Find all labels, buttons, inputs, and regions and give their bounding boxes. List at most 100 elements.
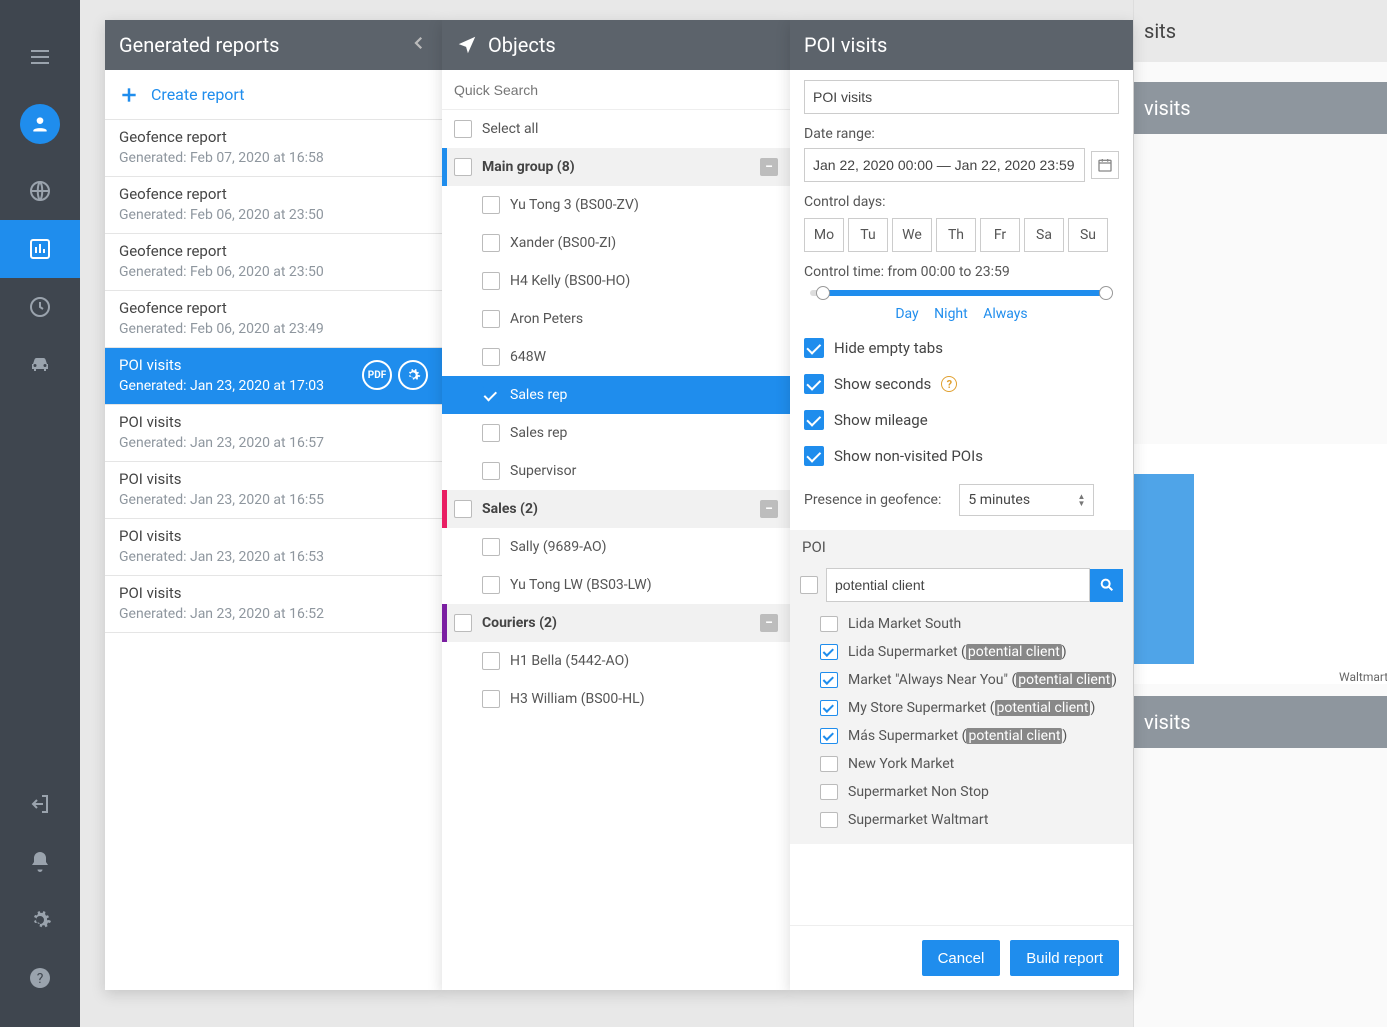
object-item[interactable]: Yu Tong 3 (BS00-ZV) — [442, 186, 790, 224]
time-icon[interactable] — [0, 278, 80, 336]
report-item[interactable]: Geofence reportGenerated: Feb 07, 2020 a… — [105, 120, 442, 177]
presence-spinner[interactable]: 5 minutes ▲▼ — [959, 484, 1094, 516]
poi-item[interactable]: New York Market — [800, 750, 1123, 778]
poi-item[interactable]: My Store Supermarket (potential client) — [800, 694, 1123, 722]
slider-knob-start[interactable] — [816, 286, 830, 300]
poi-checkbox[interactable] — [820, 644, 838, 660]
poi-item[interactable]: Supermarket Non Stop — [800, 778, 1123, 806]
object-checkbox[interactable] — [482, 652, 500, 670]
day-toggle[interactable]: Fr — [980, 218, 1020, 252]
poi-checkbox[interactable] — [820, 672, 838, 688]
object-item[interactable]: Yu Tong LW (BS03-LW) — [442, 566, 790, 604]
preset-always[interactable]: Always — [983, 306, 1027, 322]
poi-checkbox[interactable] — [820, 728, 838, 744]
day-toggle[interactable]: Su — [1068, 218, 1108, 252]
object-checkbox[interactable] — [482, 690, 500, 708]
poi-search-button[interactable] — [1090, 569, 1123, 602]
help-icon[interactable]: ? — [0, 949, 80, 1007]
object-item[interactable]: H3 William (BS00-HL) — [442, 680, 790, 718]
object-checkbox[interactable] — [482, 234, 500, 252]
globe-icon[interactable] — [0, 162, 80, 220]
slider-knob-end[interactable] — [1099, 286, 1113, 300]
poi-search-input[interactable] — [826, 568, 1090, 602]
report-item[interactable]: Geofence reportGenerated: Feb 06, 2020 a… — [105, 234, 442, 291]
report-item[interactable]: POI visitsGenerated: Jan 23, 2020 at 17:… — [105, 348, 442, 405]
poi-checkbox[interactable] — [820, 784, 838, 800]
object-checkbox[interactable] — [482, 310, 500, 328]
object-checkbox[interactable] — [482, 462, 500, 480]
spinner-arrows[interactable]: ▲▼ — [1077, 493, 1085, 507]
checkbox-icon[interactable] — [804, 374, 824, 394]
group-checkbox[interactable] — [454, 500, 472, 518]
group-checkbox[interactable] — [454, 158, 472, 176]
select-all-checkbox[interactable] — [454, 120, 472, 138]
build-report-button[interactable]: Build report — [1010, 940, 1119, 976]
poi-checkbox[interactable] — [820, 812, 838, 828]
menu-icon[interactable] — [0, 28, 80, 86]
collapse-icon[interactable]: − — [760, 614, 778, 632]
poi-checkbox[interactable] — [820, 756, 838, 772]
report-name-input[interactable] — [804, 80, 1119, 114]
objects-search-input[interactable] — [442, 70, 790, 110]
preset-day[interactable]: Day — [895, 306, 918, 322]
checkbox-icon[interactable] — [804, 410, 824, 430]
poi-item[interactable]: Supermarket Waltmart — [800, 806, 1123, 834]
create-report-button[interactable]: Create report — [105, 70, 442, 120]
object-checkbox[interactable] — [482, 424, 500, 442]
object-item[interactable]: H4 Kelly (BS00-HO) — [442, 262, 790, 300]
avatar[interactable] — [20, 104, 60, 144]
object-item[interactable]: Aron Peters — [442, 300, 790, 338]
collapse-icon[interactable]: − — [760, 158, 778, 176]
object-item[interactable]: 648W — [442, 338, 790, 376]
opt-show-nonvisited[interactable]: Show non-visited POIs — [804, 446, 1119, 466]
object-item[interactable]: Sally (9689-AO) — [442, 528, 790, 566]
day-toggle[interactable]: We — [892, 218, 932, 252]
object-checkbox[interactable] — [482, 538, 500, 556]
calendar-icon[interactable] — [1091, 151, 1119, 179]
object-checkbox[interactable] — [482, 576, 500, 594]
object-checkbox[interactable] — [482, 348, 500, 366]
opt-show-seconds[interactable]: Show seconds? — [804, 374, 1119, 394]
collapse-icon[interactable]: − — [760, 500, 778, 518]
cancel-button[interactable]: Cancel — [922, 940, 1001, 976]
reports-icon[interactable] — [0, 220, 80, 278]
opt-show-mileage[interactable]: Show mileage — [804, 410, 1119, 430]
report-item[interactable]: Geofence reportGenerated: Feb 06, 2020 a… — [105, 177, 442, 234]
report-item[interactable]: POI visitsGenerated: Jan 23, 2020 at 16:… — [105, 405, 442, 462]
poi-item[interactable]: Market "Always Near You" (potential clie… — [800, 666, 1123, 694]
day-toggle[interactable]: Mo — [804, 218, 844, 252]
opt-hide-empty[interactable]: Hide empty tabs — [804, 338, 1119, 358]
car-icon[interactable] — [0, 336, 80, 394]
gear-icon[interactable] — [398, 360, 428, 390]
poi-item[interactable]: Lida Supermarket (potential client) — [800, 638, 1123, 666]
object-checkbox[interactable] — [482, 272, 500, 290]
poi-checkbox[interactable] — [820, 700, 838, 716]
date-range-input[interactable] — [804, 148, 1085, 182]
report-item[interactable]: POI visitsGenerated: Jan 23, 2020 at 16:… — [105, 576, 442, 633]
time-slider[interactable] — [810, 290, 1113, 296]
collapse-icon[interactable] — [410, 33, 428, 57]
logout-icon[interactable] — [0, 775, 80, 833]
select-all-row[interactable]: Select all — [442, 110, 790, 148]
report-item[interactable]: POI visitsGenerated: Jan 23, 2020 at 16:… — [105, 519, 442, 576]
poi-item[interactable]: Más Supermarket (potential client) — [800, 722, 1123, 750]
object-checkbox[interactable] — [482, 386, 500, 404]
object-item[interactable]: Sales rep — [442, 414, 790, 452]
checkbox-icon[interactable] — [804, 338, 824, 358]
object-item[interactable]: Supervisor — [442, 452, 790, 490]
gear-icon[interactable] — [0, 891, 80, 949]
poi-select-all-checkbox[interactable] — [800, 576, 818, 594]
help-icon[interactable]: ? — [941, 376, 957, 392]
day-toggle[interactable]: Th — [936, 218, 976, 252]
group-checkbox[interactable] — [454, 614, 472, 632]
day-toggle[interactable]: Tu — [848, 218, 888, 252]
object-item[interactable]: H1 Bella (5442-AO) — [442, 642, 790, 680]
day-toggle[interactable]: Sa — [1024, 218, 1064, 252]
poi-item[interactable]: Lida Market South — [800, 610, 1123, 638]
object-group[interactable]: Sales (2)− — [442, 490, 790, 528]
object-group[interactable]: Main group (8)− — [442, 148, 790, 186]
checkbox-icon[interactable] — [804, 446, 824, 466]
pdf-icon[interactable]: PDF — [362, 360, 392, 390]
object-group[interactable]: Couriers (2)− — [442, 604, 790, 642]
preset-night[interactable]: Night — [934, 306, 968, 322]
